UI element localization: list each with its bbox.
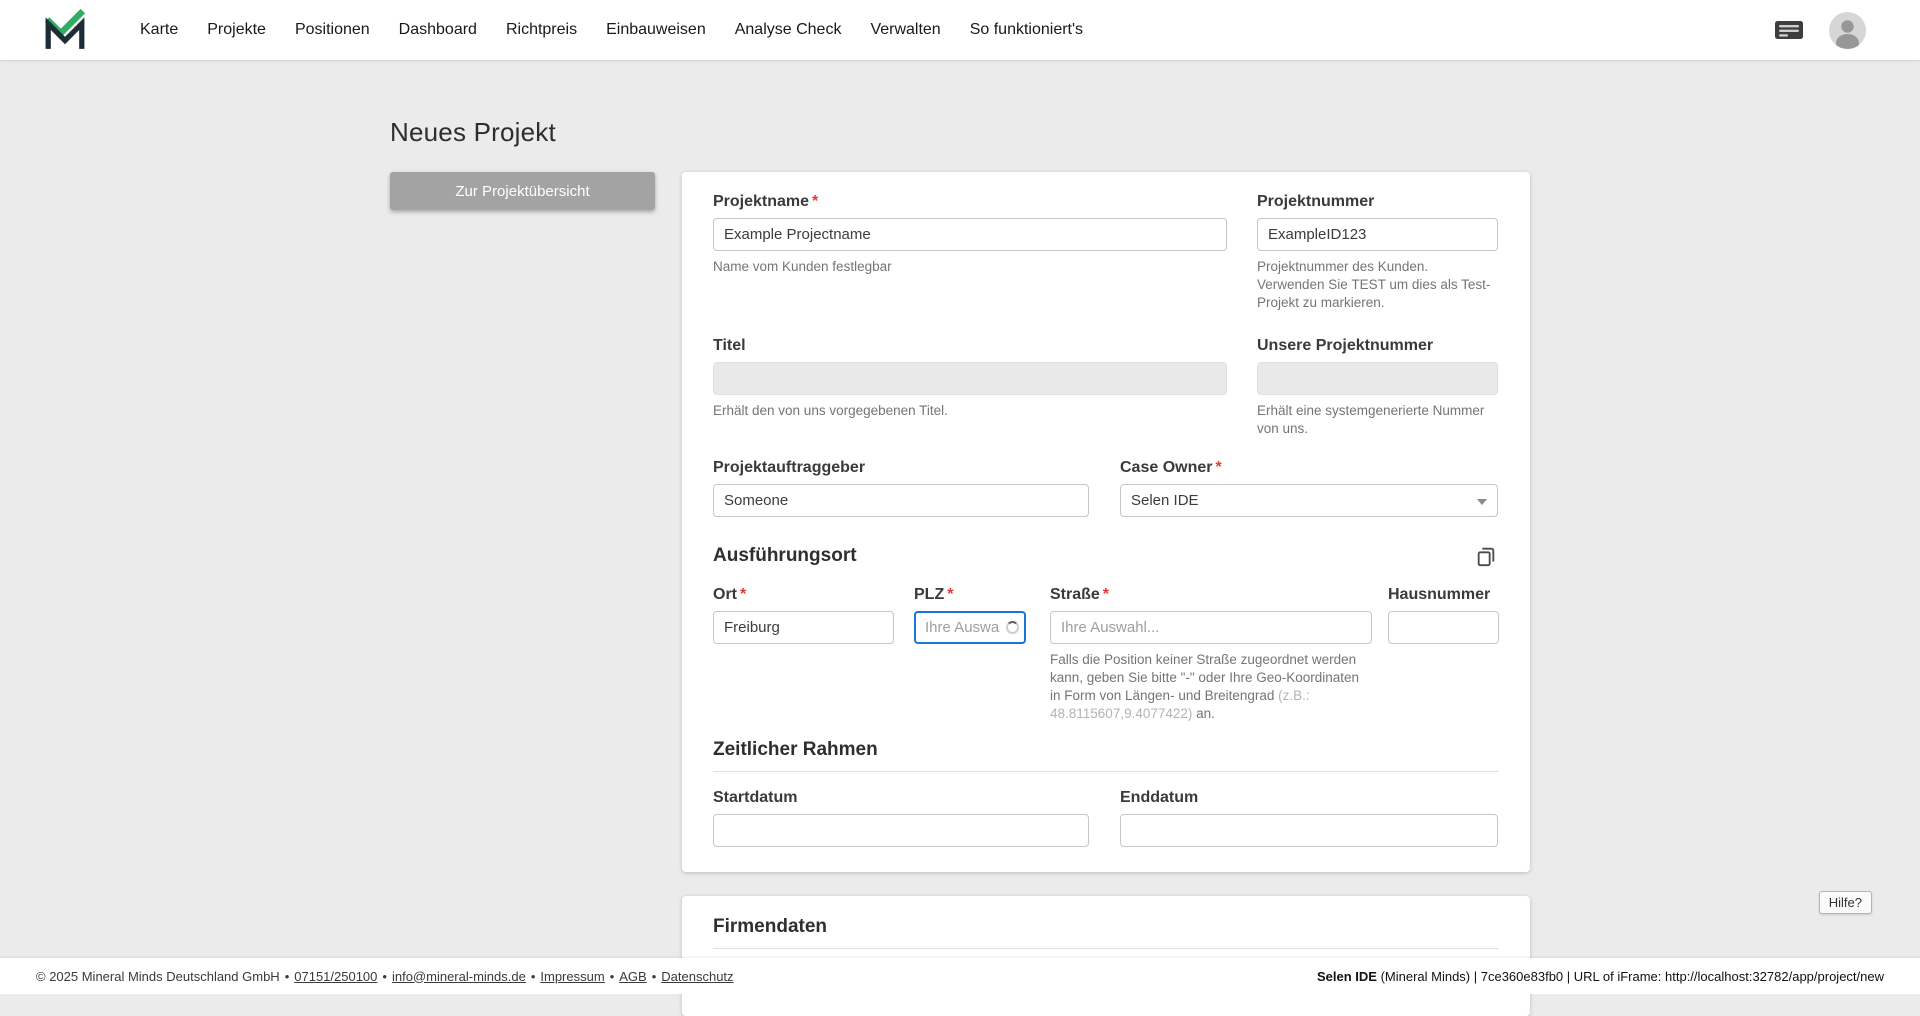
enddatum-label: Enddatum (1120, 789, 1199, 806)
session-status: Selen IDE (Mineral Minds) | 7ce360e83fb0… (1317, 969, 1884, 984)
hausnummer-label: Hausnummer (1388, 586, 1491, 603)
help-button[interactable]: Hilfe? (1818, 891, 1872, 914)
footer-link-email[interactable]: info@mineral-minds.de (392, 969, 526, 984)
strasse-label: Straße (1050, 586, 1100, 603)
titel-helper: Erhält den von uns vorgegebenen Titel. (713, 403, 948, 418)
topbar-right (1773, 11, 1866, 49)
required-asterisk: * (1215, 459, 1222, 476)
user-avatar[interactable] (1829, 11, 1866, 49)
titel-input (713, 362, 1227, 395)
case-owner-field: Case Owner * Selen IDE (1120, 458, 1498, 517)
unsere-projektnummer-label: Unsere Projektnummer (1257, 337, 1434, 354)
required-asterisk: * (1102, 586, 1110, 603)
status-detail: (Mineral Minds) | 7ce360e83fb0 | URL of … (1376, 968, 1884, 984)
unsere-projektnummer-helper: Erhält eine systemgenerierte Nummer von … (1257, 403, 1485, 436)
projektname-label: Projektname (713, 193, 810, 210)
section-title-zeitlicher-rahmen: Zeitlicher Rahmen (713, 739, 1499, 772)
app-logo[interactable] (44, 9, 86, 51)
unsere-projektnummer-field: Unsere Projektnummer Erhält eine systemg… (1257, 336, 1498, 438)
case-owner-select[interactable]: Selen IDE (1120, 484, 1498, 517)
server-icon[interactable] (1773, 17, 1805, 43)
separator-dot: • (284, 968, 290, 984)
projektname-helper: Name vom Kunden festlegbar (713, 259, 892, 274)
hausnummer-field: Hausnummer (1388, 585, 1499, 723)
nav-item-dashboard[interactable]: Dashboard (399, 21, 477, 39)
plz-field: PLZ * (914, 585, 1026, 723)
enddatum-input[interactable] (1120, 814, 1498, 847)
copy-location-button[interactable] (1473, 543, 1499, 569)
footer-link-datenschutz[interactable]: Datenschutz (661, 969, 733, 984)
required-asterisk: * (740, 586, 747, 603)
startdatum-label: Startdatum (713, 789, 798, 806)
main-nav: Karte Projekte Positionen Dashboard Rich… (140, 21, 1083, 39)
back-to-project-overview-button[interactable]: Zur Projektübersicht (390, 172, 655, 210)
nav-item-analyse-check[interactable]: Analyse Check (735, 21, 842, 39)
separator-dot: • (609, 968, 615, 984)
projektname-field: Projektname* Name vom Kunden festlegbar (713, 192, 1227, 312)
footer-link-phone[interactable]: 07151/250100 (294, 969, 377, 984)
status-user: Selen IDE (1316, 968, 1377, 984)
section-title-firmendaten: Firmendaten (713, 916, 1499, 949)
nav-item-richtpreis[interactable]: Richtpreis (506, 21, 577, 39)
strasse-input[interactable] (1050, 611, 1372, 644)
startdatum-input[interactable] (713, 814, 1089, 847)
left-column: Zur Projektübersicht (390, 172, 655, 210)
projektname-input[interactable] (713, 218, 1227, 251)
projektauftraggeber-field: Projektauftraggeber (713, 458, 1089, 517)
separator-dot: • (651, 968, 657, 984)
titel-field: Titel Erhält den von uns vorgegebenen Ti… (713, 336, 1227, 438)
loading-spinner-icon (1006, 621, 1019, 634)
ort-input[interactable] (713, 611, 894, 644)
nav-item-positionen[interactable]: Positionen (295, 21, 370, 39)
projektnummer-helper: Projektnummer des Kunden. Verwenden Sie … (1257, 259, 1491, 310)
startdatum-field: Startdatum (713, 788, 1089, 847)
copy-icon (1477, 547, 1495, 567)
footer-link-impressum[interactable]: Impressum (540, 969, 604, 984)
projektauftraggeber-input[interactable] (713, 484, 1089, 517)
projektauftraggeber-label: Projektauftraggeber (713, 459, 866, 476)
footer: © 2025 Mineral Minds Deutschland GmbH • … (0, 958, 1920, 994)
footer-link-agb[interactable]: AGB (619, 969, 646, 984)
ort-field: Ort * (713, 585, 894, 723)
strasse-helper: Falls die Position keiner Straße zugeord… (1050, 652, 1360, 721)
required-asterisk: * (812, 193, 819, 210)
hausnummer-input[interactable] (1388, 611, 1499, 644)
nav-item-karte[interactable]: Karte (140, 21, 178, 39)
project-form-card: Projektname* Name vom Kunden festlegbar … (682, 172, 1530, 872)
strasse-field: Straße* Falls die Position keiner Straße… (1050, 585, 1372, 723)
ort-label: Ort (713, 586, 737, 603)
nav-item-verwalten[interactable]: Verwalten (870, 21, 940, 39)
form-cards: Projektname* Name vom Kunden festlegbar … (682, 172, 1530, 1016)
titel-label: Titel (713, 337, 746, 354)
separator-dot: • (382, 968, 387, 984)
mineral-minds-logo-icon (44, 9, 86, 49)
case-owner-value: Selen IDE (1131, 492, 1199, 509)
copyright-text: © 2025 Mineral Minds Deutschland GmbH (36, 968, 280, 984)
nav-item-so-funktionierts[interactable]: So funktioniert's (970, 21, 1083, 39)
footer-info: © 2025 Mineral Minds Deutschland GmbH • … (36, 969, 734, 984)
section-title-ausfuehrungsort: Ausführungsort (713, 545, 857, 566)
main-content: Neues Projekt Zur Projektübersicht Proje… (390, 60, 1530, 1016)
top-nav: Karte Projekte Positionen Dashboard Rich… (0, 0, 1920, 60)
projektnummer-input[interactable] (1257, 218, 1498, 251)
page-title: Neues Projekt (390, 117, 556, 147)
separator-dot: • (530, 968, 536, 984)
plz-label: PLZ (914, 586, 945, 603)
nav-item-projekte[interactable]: Projekte (207, 21, 266, 39)
chevron-down-icon (1477, 499, 1487, 505)
projektnummer-field: Projektnummer Projektnummer des Kunden. … (1257, 192, 1498, 312)
projektnummer-label: Projektnummer (1257, 193, 1375, 210)
unsere-projektnummer-input (1257, 362, 1498, 395)
firmendaten-card: Firmendaten (682, 896, 1530, 1016)
case-owner-label: Case Owner (1120, 459, 1213, 476)
required-asterisk: * (947, 586, 954, 603)
nav-item-einbauweisen[interactable]: Einbauweisen (606, 21, 706, 39)
enddatum-field: Enddatum (1120, 788, 1498, 847)
